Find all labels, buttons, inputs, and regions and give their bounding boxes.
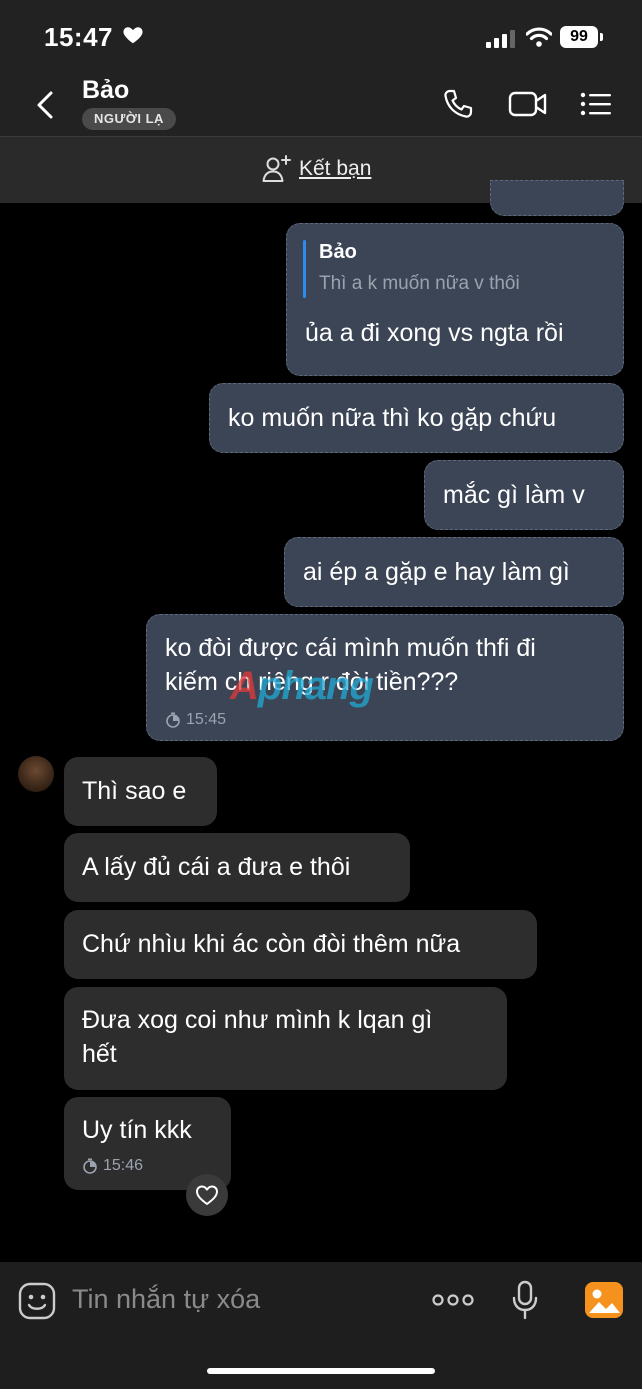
message-bubble-outgoing-partial[interactable]: [490, 180, 624, 216]
message-input[interactable]: Tin nhắn tự xóa: [72, 1284, 260, 1315]
react-button[interactable]: [186, 1174, 228, 1216]
message-text: ủa a đi xong vs ngta rồi: [305, 319, 564, 347]
message-text: ai ép a gặp e hay làm gì: [303, 558, 570, 586]
video-call-icon[interactable]: [508, 90, 548, 118]
sticker-icon[interactable]: [18, 1282, 56, 1320]
wifi-icon: [526, 27, 552, 47]
message-text: A lấy đủ cái a đưa e thôi: [82, 853, 351, 881]
message-bubble-incoming[interactable]: Chứ nhìu khi ác còn đòi thêm nữa: [64, 910, 537, 979]
heart-icon: [123, 27, 143, 44]
add-friend-button[interactable]: Kết bạn: [299, 157, 371, 181]
message-text: Uy tín kkk: [82, 1116, 192, 1144]
status-time: 15:47: [44, 22, 113, 52]
quoted-sender: Bảo: [319, 241, 357, 263]
back-arrow-icon[interactable]: [34, 90, 56, 120]
message-bubble-outgoing[interactable]: ai ép a gặp e hay làm gì: [284, 537, 624, 607]
message-text: Đưa xog coi như mình k lqan gì hết: [82, 1006, 433, 1068]
message-bubble-outgoing[interactable]: ko muốn nữa thì ko gặp chứu: [209, 383, 624, 453]
watermark-logo: Aphang: [230, 664, 374, 708]
quoted-text: Thì a k muốn nữa v thôi: [319, 273, 520, 294]
avatar[interactable]: [18, 756, 54, 792]
menu-icon[interactable]: [580, 92, 612, 116]
message-text: Chứ nhìu khi ác còn đòi thêm nữa: [82, 930, 461, 958]
home-indicator: [207, 1368, 435, 1374]
message-text: ko muốn nữa thì ko gặp chứu: [228, 404, 557, 432]
phone-icon[interactable]: [442, 88, 474, 120]
message-text: Thì sao e: [82, 777, 187, 805]
battery-tip: [600, 33, 603, 41]
message-bubble-incoming[interactable]: Đưa xog coi như mình k lqan gì hết: [64, 987, 507, 1090]
microphone-icon[interactable]: [512, 1280, 538, 1320]
add-friend-icon[interactable]: [262, 155, 292, 183]
timer-icon: [166, 712, 180, 728]
message-bubble-incoming[interactable]: Thì sao e: [64, 757, 217, 826]
image-gallery-icon[interactable]: [584, 1281, 624, 1319]
timestamp-text: 15:45: [186, 711, 227, 728]
more-options-icon[interactable]: [432, 1292, 474, 1308]
battery-indicator: 99: [560, 26, 598, 48]
timestamp-text: 15:46: [103, 1157, 144, 1174]
message-bubble-outgoing-reply[interactable]: Bảo Thì a k muốn nữa v thôi ủa a đi xong…: [286, 223, 624, 376]
contact-name[interactable]: Bảo: [82, 76, 129, 105]
message-text: mắc gì làm v: [443, 481, 585, 509]
message-bubble-outgoing[interactable]: ko đòi được cái mình muốn thfi đi kiếm c…: [146, 614, 624, 741]
quote-bar: [303, 240, 306, 298]
timer-icon: [83, 1158, 97, 1174]
message-bubble-incoming[interactable]: A lấy đủ cái a đưa e thôi: [64, 833, 410, 902]
signal-icon: [486, 30, 515, 48]
heart-outline-icon: [196, 1185, 218, 1205]
message-bubble-outgoing[interactable]: mắc gì làm v: [424, 460, 624, 530]
stranger-badge: NGƯỜI LẠ: [82, 108, 176, 130]
